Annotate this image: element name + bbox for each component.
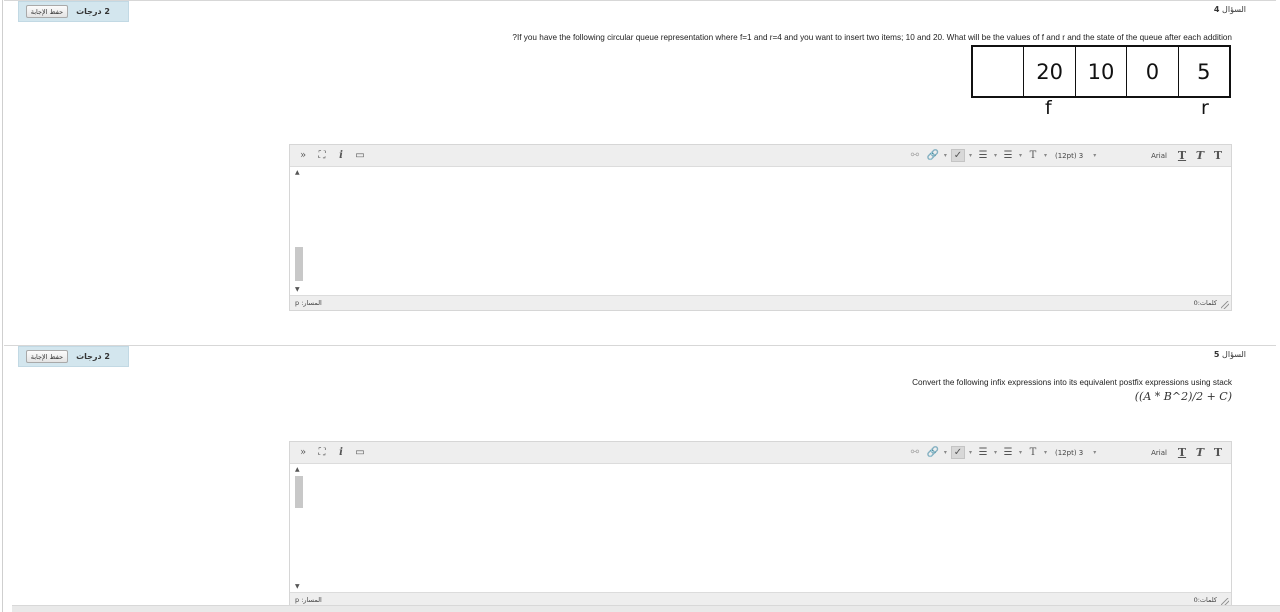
question-text: Convert the following infix expressions … [912,378,1232,387]
page-left-border [2,0,3,612]
font-family-value: Arial [1151,151,1167,160]
editor-toolbar: » ⛶ i ▭ ⚯ 🔗 ▾ ✓ ▾ ☰ ▾ ☰ ▾ T ▾ (12pt) 3 ▾ [290,442,1231,464]
queue-cell: 10 [1074,47,1126,96]
word-count: كلمات:0 [1193,299,1217,307]
editor-content-area[interactable]: ▲ ▼ [290,464,1231,592]
dropdown-arrow-icon[interactable]: ▾ [969,152,972,159]
link-icon[interactable]: 🔗 [926,446,940,459]
chevron-down-icon: ▾ [1093,152,1097,159]
numbered-list-icon[interactable]: ☰ [976,446,990,459]
rear-pointer-label: r [1201,97,1209,119]
dropdown-arrow-icon[interactable]: ▾ [994,449,997,456]
question-divider [4,345,1276,346]
queue-cell: 0 [1126,47,1177,96]
dropdown-arrow-icon[interactable]: ▾ [944,449,947,456]
dropdown-arrow-icon[interactable]: ▾ [1044,449,1047,456]
dropdown-arrow-icon[interactable]: ▾ [1019,152,1022,159]
bold-icon[interactable]: T [1211,446,1225,459]
font-size-select[interactable]: (12pt) 3 ▾ [1051,449,1123,457]
question-text: ?If you have the following circular queu… [512,33,1232,42]
front-pointer-label: f [1045,97,1052,119]
text-color-icon[interactable]: T [1026,446,1040,459]
dropdown-arrow-icon[interactable]: ▾ [969,449,972,456]
question-4: 2 درجات حفظ الإجابة السؤال 4 ?If you hav… [4,0,1276,335]
scroll-down-icon[interactable]: ▼ [295,286,300,293]
fullscreen-icon[interactable]: ⛶ [315,446,329,459]
scroll-up-icon[interactable]: ▲ [295,169,300,176]
answer-editor: » ⛶ i ▭ ⚯ 🔗 ▾ ✓ ▾ ☰ ▾ ☰ ▾ T ▾ (12pt) 3 ▾ [289,441,1232,608]
question-5: 2 درجات حفظ الإجابة السؤال 5 Convert the… [4,345,1276,608]
editor-scrollbar[interactable]: ▲ ▼ [294,464,304,592]
answer-editor: » ⛶ i ▭ ⚯ 🔗 ▾ ✓ ▾ ☰ ▾ ☰ ▾ T ▾ (12pt) 3 ▾ [289,144,1232,311]
grade-label: 2 درجات [76,7,110,16]
bold-icon[interactable]: T [1211,149,1225,162]
editor-content-area[interactable]: ▲ ▼ [290,167,1231,295]
question-label: السؤال 4 [1213,5,1246,14]
scrollbar-thumb[interactable] [295,247,303,281]
collapse-icon[interactable]: » [296,446,310,459]
font-family-select[interactable]: Arial [1127,449,1171,457]
underline-icon[interactable]: T [1175,149,1189,162]
bottom-scroll-bar[interactable] [12,605,1280,612]
question-number: 5 [1213,350,1220,359]
font-size-value: (12pt) 3 [1055,151,1084,160]
word-count: كلمات:0 [1193,596,1217,604]
queue-cell: 5 [1177,47,1229,96]
queue-cell: 20 [1023,47,1074,96]
grade-label: 2 درجات [76,352,110,361]
question-label: السؤال 5 [1213,350,1246,359]
bullet-list-icon[interactable]: ☰ [1001,446,1015,459]
infix-expression: ((A * B^2)/2 + C) [1134,390,1232,403]
resize-handle-icon[interactable] [1221,301,1229,309]
text-color-icon[interactable]: T [1026,149,1040,162]
question-number: 4 [1213,5,1220,14]
font-size-value: (12pt) 3 [1055,448,1084,457]
scroll-down-icon[interactable]: ▼ [295,583,300,590]
preview-icon[interactable]: ▭ [353,149,367,162]
bullet-list-icon[interactable]: ☰ [1001,149,1015,162]
link-icon[interactable]: 🔗 [926,149,940,162]
circular-queue-diagram: 20 10 0 5 [971,45,1231,98]
underline-icon[interactable]: T [1175,446,1189,459]
spellcheck-icon[interactable]: ✓ [950,446,965,459]
grade-panel: 2 درجات حفظ الإجابة [18,1,129,22]
editor-scrollbar[interactable]: ▲ ▼ [294,167,304,295]
font-family-value: Arial [1151,448,1167,457]
save-answer-button[interactable]: حفظ الإجابة [25,350,69,363]
editor-toolbar: » ⛶ i ▭ ⚯ 🔗 ▾ ✓ ▾ ☰ ▾ ☰ ▾ T ▾ (12pt) 3 ▾ [290,145,1231,167]
dropdown-arrow-icon[interactable]: ▾ [1019,449,1022,456]
preview-icon[interactable]: ▭ [353,446,367,459]
unlink-icon[interactable]: ⚯ [908,149,922,162]
font-family-select[interactable]: Arial [1127,152,1171,160]
fullscreen-icon[interactable]: ⛶ [315,149,329,162]
element-path: المسار: p [295,596,322,604]
dropdown-arrow-icon[interactable]: ▾ [944,152,947,159]
editor-statusbar: المسار: p كلمات:0 [290,295,1231,310]
grade-panel: 2 درجات حفظ الإجابة [18,346,129,367]
numbered-list-icon[interactable]: ☰ [976,149,990,162]
italic-info-icon[interactable]: i [334,446,348,459]
italic-icon[interactable]: T [1193,446,1207,459]
save-answer-button[interactable]: حفظ الإجابة [25,5,69,18]
queue-cell [973,47,1023,96]
font-size-select[interactable]: (12pt) 3 ▾ [1051,152,1123,160]
unlink-icon[interactable]: ⚯ [908,446,922,459]
collapse-icon[interactable]: » [296,149,310,162]
dropdown-arrow-icon[interactable]: ▾ [994,152,997,159]
element-path: المسار: p [295,299,322,307]
chevron-down-icon: ▾ [1093,449,1097,456]
spellcheck-icon[interactable]: ✓ [950,149,965,162]
question-divider [4,0,1276,1]
scrollbar-thumb[interactable] [295,476,303,508]
italic-icon[interactable]: T [1193,149,1207,162]
dropdown-arrow-icon[interactable]: ▾ [1044,152,1047,159]
italic-info-icon[interactable]: i [334,149,348,162]
scroll-up-icon[interactable]: ▲ [295,466,300,473]
